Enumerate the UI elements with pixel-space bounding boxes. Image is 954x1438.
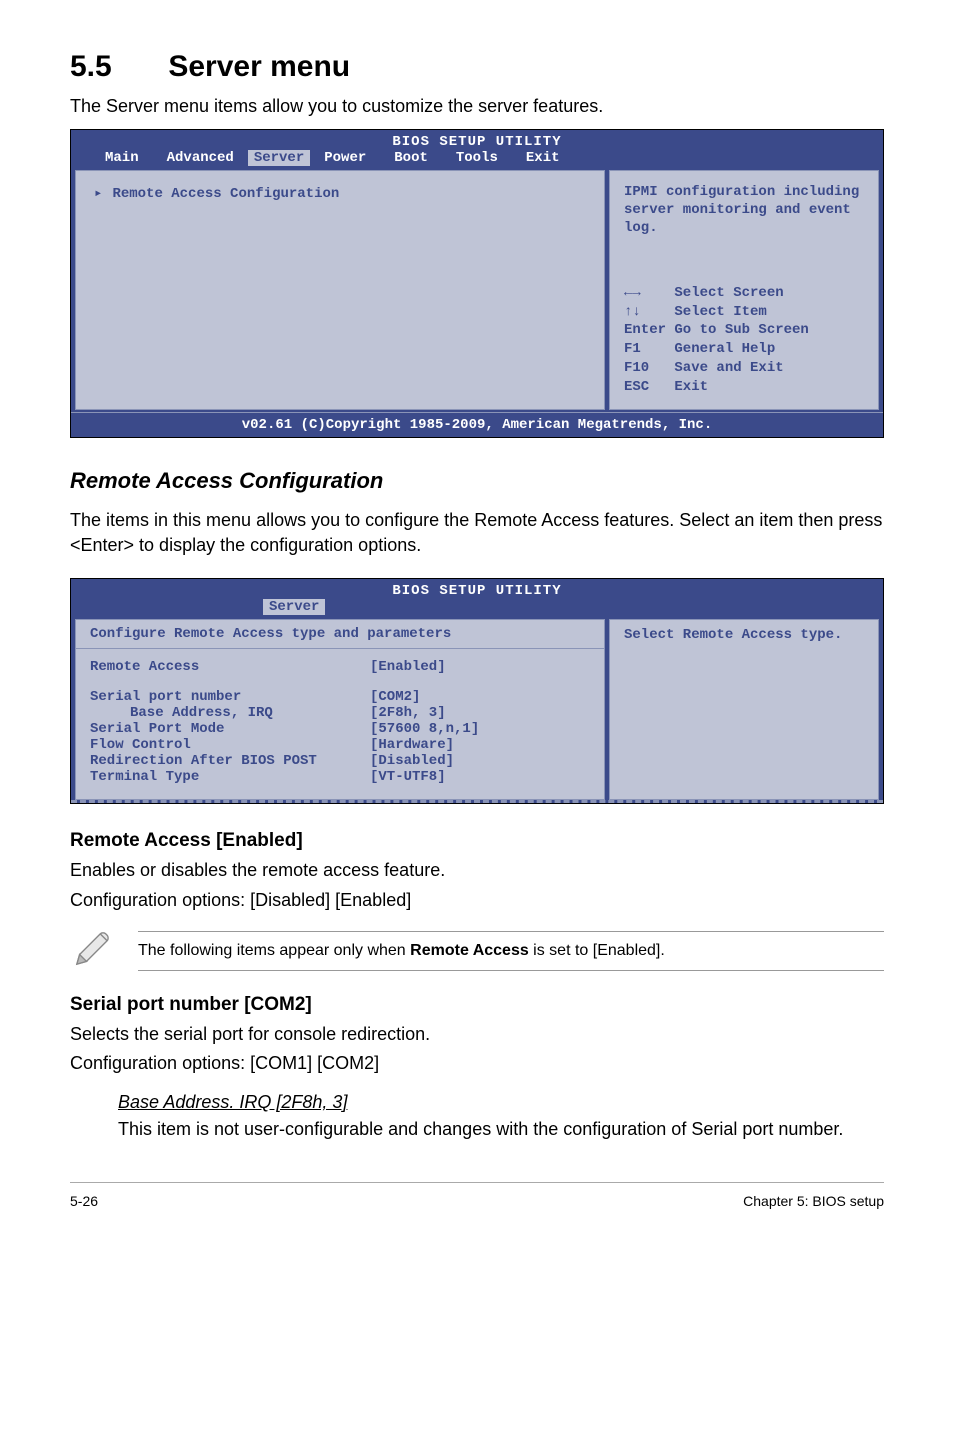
bios-panel-server: BIOS SETUP UTILITY Main Advanced Server … [70,129,884,438]
bios-right-pane: IPMI configuration including server moni… [609,170,879,410]
note-text: The following items appear only when Rem… [138,931,884,971]
bios-left-pane: ▸ Remote Access Configuration [75,170,605,410]
bios-setting-row[interactable]: Serial Port Mode[57600 8,n,1] [90,721,590,737]
bios-setting-value: [VT-UTF8] [370,769,446,785]
bios-setting-label: Flow Control [90,737,370,753]
bios-setting-value: [Enabled] [370,659,446,675]
section-name: Server menu [168,50,350,83]
bios2-top-line: Configure Remote Access type and paramet… [76,620,604,649]
bios-setting-label: Serial Port Mode [90,721,370,737]
bios-key-legend: ←→ Select Screen ↑↓ Select Item Enter Go… [610,272,878,409]
bios-tab-bar: Main Advanced Server Power Boot Tools Ex… [71,150,883,170]
bios-setting-value: [2F8h, 3] [370,705,446,721]
note-pencil-icon [70,927,114,976]
page-number: 5-26 [70,1193,98,1209]
bios-tab-advanced[interactable]: Advanced [153,150,248,166]
section-number: 5.5 [70,50,160,84]
base-address-title: Base Address. IRQ [2F8h, 3] [118,1092,884,1113]
bios-tab-server-2[interactable]: Server [263,599,325,615]
bios2-left-pane: Configure Remote Access type and paramet… [75,619,605,800]
bios-tab-power[interactable]: Power [310,150,380,166]
option-heading-remote-access: Remote Access [Enabled] [70,830,884,852]
option-heading-serial-port: Serial port number [COM2] [70,994,884,1016]
bios-header: BIOS SETUP UTILITY [71,130,883,150]
bios-tab-server[interactable]: Server [248,150,310,166]
option-text-remote-1: Enables or disables the remote access fe… [70,858,884,883]
bios-tab-boot[interactable]: Boot [380,150,442,166]
submenu-arrow-icon: ▸ [94,186,102,202]
bios-setting-label: Terminal Type [90,769,370,785]
option-text-remote-2: Configuration options: [Disabled] [Enabl… [70,888,884,913]
bios-setting-row[interactable]: Serial port number[COM2] [90,689,590,705]
section-title: 5.5 Server menu [70,50,884,84]
bios-setting-label: Serial port number [90,689,370,705]
bios-panel-remote-access: BIOS SETUP UTILITY Server Configure Remo… [70,578,884,804]
intro-text: The Server menu items allow you to custo… [70,96,884,117]
base-address-text: This item is not user-configurable and c… [118,1117,884,1142]
bios-header-2: BIOS SETUP UTILITY [71,579,883,599]
bios-setting-row[interactable]: Redirection After BIOS POST[Disabled] [90,753,590,769]
remote-access-description: The items in this menu allows you to con… [70,508,884,558]
bios-tab-bar-2: Server [71,599,883,619]
bios-setting-value: [Hardware] [370,737,454,753]
bios-tab-tools[interactable]: Tools [442,150,512,166]
bios-setting-value: [COM2] [370,689,420,705]
chapter-label: Chapter 5: BIOS setup [743,1193,884,1209]
option-text-serial-2: Configuration options: [COM1] [COM2] [70,1051,884,1076]
bios-tab-main[interactable]: Main [91,150,153,166]
bios-setting-label: Base Address, IRQ [90,705,370,721]
bios-setting-label: Redirection After BIOS POST [90,753,370,769]
bios-setting-row[interactable]: Remote Access[Enabled] [90,659,590,675]
bios-tab-exit[interactable]: Exit [512,150,574,166]
bios-setting-row[interactable]: Terminal Type[VT-UTF8] [90,769,590,785]
bios-setting-row[interactable]: Base Address, IRQ[2F8h, 3] [90,705,590,721]
bios-setting-row[interactable]: Flow Control[Hardware] [90,737,590,753]
note-box: The following items appear only when Rem… [70,927,884,976]
subheading-remote-access-config: Remote Access Configuration [70,468,884,494]
menu-item-remote-access-config[interactable]: Remote Access Configuration [112,186,339,202]
bios-setting-label: Remote Access [90,659,370,675]
bios-setting-value: [57600 8,n,1] [370,721,479,737]
bios2-help-pane: Select Remote Access type. [609,619,879,800]
bios-setting-value: [Disabled] [370,753,454,769]
bios-copyright: v02.61 (C)Copyright 1985-2009, American … [71,412,883,437]
bios-help-description: IPMI configuration including server moni… [610,171,878,272]
option-text-serial-1: Selects the serial port for console redi… [70,1022,884,1047]
page-footer: 5-26 Chapter 5: BIOS setup [70,1182,884,1209]
